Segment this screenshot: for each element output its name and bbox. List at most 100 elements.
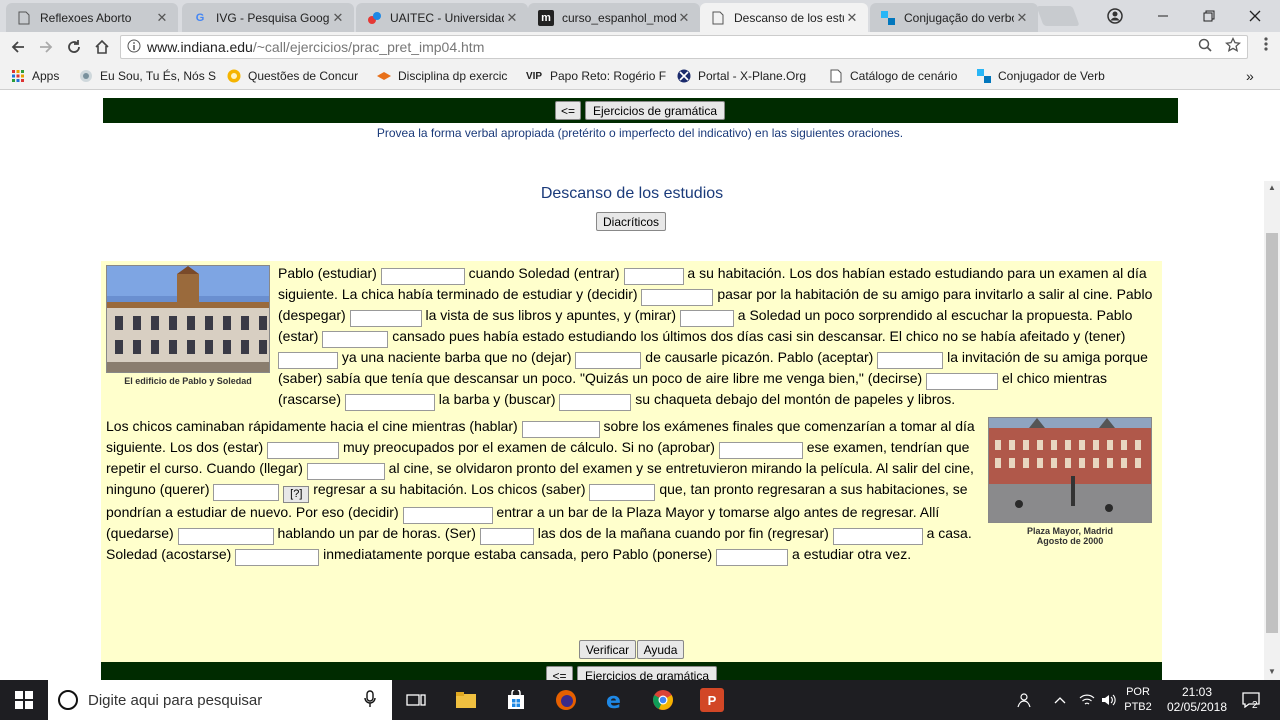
info-icon[interactable]: [121, 39, 147, 56]
tab-title: Conjugação do verbo: [904, 10, 1014, 25]
answer-estudiar[interactable]: [380, 268, 465, 285]
zoom-icon[interactable]: [1191, 38, 1219, 56]
people-icon[interactable]: [1014, 680, 1036, 720]
windows-taskbar: Digite aqui para pesquisar e P POR PTB2 …: [0, 680, 1280, 720]
disciplina-icon: [376, 68, 392, 84]
conjugacao-icon: [880, 10, 896, 26]
grammar-exercises-button[interactable]: Ejercicios de gramática: [585, 101, 725, 120]
answer-estar-1[interactable]: [322, 331, 389, 348]
edge-icon[interactable]: e: [602, 688, 626, 712]
star-icon[interactable]: [1219, 36, 1247, 57]
url-text[interactable]: www.indiana.edu/~call/ejercicios/prac_pr…: [147, 39, 1191, 55]
notifications-icon[interactable]: 2: [1236, 680, 1266, 720]
answer-despegar[interactable]: [349, 310, 422, 327]
store-icon[interactable]: [504, 688, 528, 712]
close-window-icon[interactable]: [1232, 0, 1278, 32]
text-segment: cuando Soledad (entrar): [468, 265, 620, 281]
task-view-icon[interactable]: [404, 688, 428, 712]
diacritics-button[interactable]: Diacríticos: [596, 212, 666, 231]
answer-decidir-2[interactable]: [402, 507, 493, 524]
answer-estar-2[interactable]: [267, 442, 340, 459]
bottom-back-button[interactable]: <=: [546, 666, 573, 680]
windows-start-icon[interactable]: [12, 688, 36, 712]
language-indicator[interactable]: POR PTB2: [1120, 680, 1156, 720]
chrome-icon[interactable]: [650, 688, 676, 712]
bookmark-xplane[interactable]: Portal - X-Plane.Org: [676, 67, 814, 85]
back-button[interactable]: <=: [555, 101, 581, 120]
maximize-icon[interactable]: [1186, 0, 1232, 32]
answer-acostarse[interactable]: [235, 549, 320, 566]
bottom-grammar-exercises-button[interactable]: Ejercicios de gramática: [577, 666, 717, 680]
answer-mirar[interactable]: [679, 310, 734, 327]
answer-ser[interactable]: [479, 528, 534, 545]
exercise-area: El edificio de Pablo y Soledad Pablo (es…: [101, 261, 1162, 662]
answer-buscar[interactable]: [559, 394, 632, 411]
answer-tener[interactable]: [278, 352, 338, 369]
clock[interactable]: 21:03 02/05/2018: [1160, 680, 1234, 720]
bookmark-papo-reto[interactable]: VIP Papo Reto: Rogério F: [524, 67, 666, 85]
taskbar-search[interactable]: Digite aqui para pesquisar: [48, 680, 392, 720]
close-icon[interactable]: ✕: [154, 10, 170, 26]
address-bar[interactable]: www.indiana.edu/~call/ejercicios/prac_pr…: [120, 35, 1248, 59]
firefox-icon[interactable]: [554, 688, 578, 712]
answer-aceptar[interactable]: [877, 352, 944, 369]
bookmark-label: Apps: [32, 69, 60, 83]
text-segment: cansado pues había estado estudiando los…: [392, 328, 1081, 344]
help-button[interactable]: Ayuda: [637, 640, 684, 659]
bookmark-disciplina[interactable]: Disciplina dp exercic: [376, 67, 514, 85]
tab-reflexoes[interactable]: Reflexoes Aborto ✕: [6, 3, 178, 32]
wifi-icon[interactable]: [1076, 680, 1098, 720]
scroll-up-arrow-icon[interactable]: ▲: [1264, 181, 1280, 195]
close-icon[interactable]: ✕: [676, 10, 692, 26]
tab-uaitec[interactable]: UAITEC - Universidade ✕: [356, 3, 528, 32]
bookmark-apps[interactable]: Apps: [10, 67, 70, 85]
file-explorer-icon[interactable]: [454, 688, 478, 712]
close-icon[interactable]: ✕: [330, 10, 346, 26]
forward-arrow-icon[interactable]: [34, 36, 58, 58]
answer-entrar[interactable]: [623, 268, 684, 285]
tab-conjugacao[interactable]: Conjugação do verbo ✕: [870, 3, 1038, 32]
volume-icon[interactable]: [1098, 680, 1120, 720]
close-icon[interactable]: ✕: [1014, 10, 1030, 26]
answer-dejar[interactable]: [575, 352, 642, 369]
minimize-icon[interactable]: [1140, 0, 1186, 32]
profile-icon[interactable]: [1092, 0, 1138, 32]
bookmark-catalogo[interactable]: Catálogo de cenário: [828, 67, 966, 85]
answer-quedarse[interactable]: [177, 528, 274, 545]
powerpoint-icon[interactable]: P: [700, 688, 724, 712]
answer-saber[interactable]: [589, 484, 656, 501]
tab-title: Reflexoes Aborto: [40, 10, 132, 25]
microphone-icon[interactable]: [364, 690, 376, 711]
close-icon[interactable]: ✕: [844, 10, 860, 26]
scroll-down-arrow-icon[interactable]: ▼: [1264, 665, 1280, 679]
answer-llegar[interactable]: [306, 463, 385, 480]
new-tab-button[interactable]: [1036, 6, 1080, 26]
answer-aprobar[interactable]: [718, 442, 803, 459]
answer-hablar[interactable]: [521, 421, 600, 438]
back-arrow-icon[interactable]: [6, 36, 30, 58]
scrollbar-thumb[interactable]: [1266, 233, 1278, 633]
hint-button[interactable]: [?]: [283, 486, 310, 503]
vertical-scrollbar[interactable]: ▲ ▼: [1264, 181, 1280, 680]
tab-title: IVG - Pesquisa Google: [216, 10, 330, 25]
tab-ivg[interactable]: G IVG - Pesquisa Google ✕: [182, 3, 354, 32]
menu-dots-icon[interactable]: [1256, 36, 1276, 58]
tab-curso-espanhol[interactable]: m curso_espanhol_mod ✕: [528, 3, 700, 32]
more-bookmarks-chevron-icon[interactable]: »: [1246, 67, 1262, 85]
close-icon[interactable]: ✕: [504, 10, 520, 26]
home-icon[interactable]: [90, 36, 114, 58]
text-segment: sobre los exámenes finales que comenzarí…: [603, 418, 952, 434]
reload-icon[interactable]: [62, 36, 86, 58]
answer-querer[interactable]: [213, 484, 280, 501]
answer-decirse[interactable]: [926, 373, 999, 390]
answer-rascarse[interactable]: [344, 394, 435, 411]
verify-button[interactable]: Verificar: [579, 640, 636, 659]
tab-descanso[interactable]: Descanso de los estu ✕: [700, 3, 868, 32]
bookmark-eu-sou[interactable]: Eu Sou, Tu És, Nós S: [78, 67, 216, 85]
bookmark-conjugador[interactable]: Conjugador de Verb: [976, 67, 1116, 85]
answer-ponerse[interactable]: [716, 549, 789, 566]
chevron-up-icon[interactable]: [1050, 680, 1070, 720]
answer-decidir-1[interactable]: [641, 289, 714, 306]
bookmark-questoes[interactable]: Questões de Concur: [226, 67, 366, 85]
answer-regresar[interactable]: [832, 528, 923, 545]
